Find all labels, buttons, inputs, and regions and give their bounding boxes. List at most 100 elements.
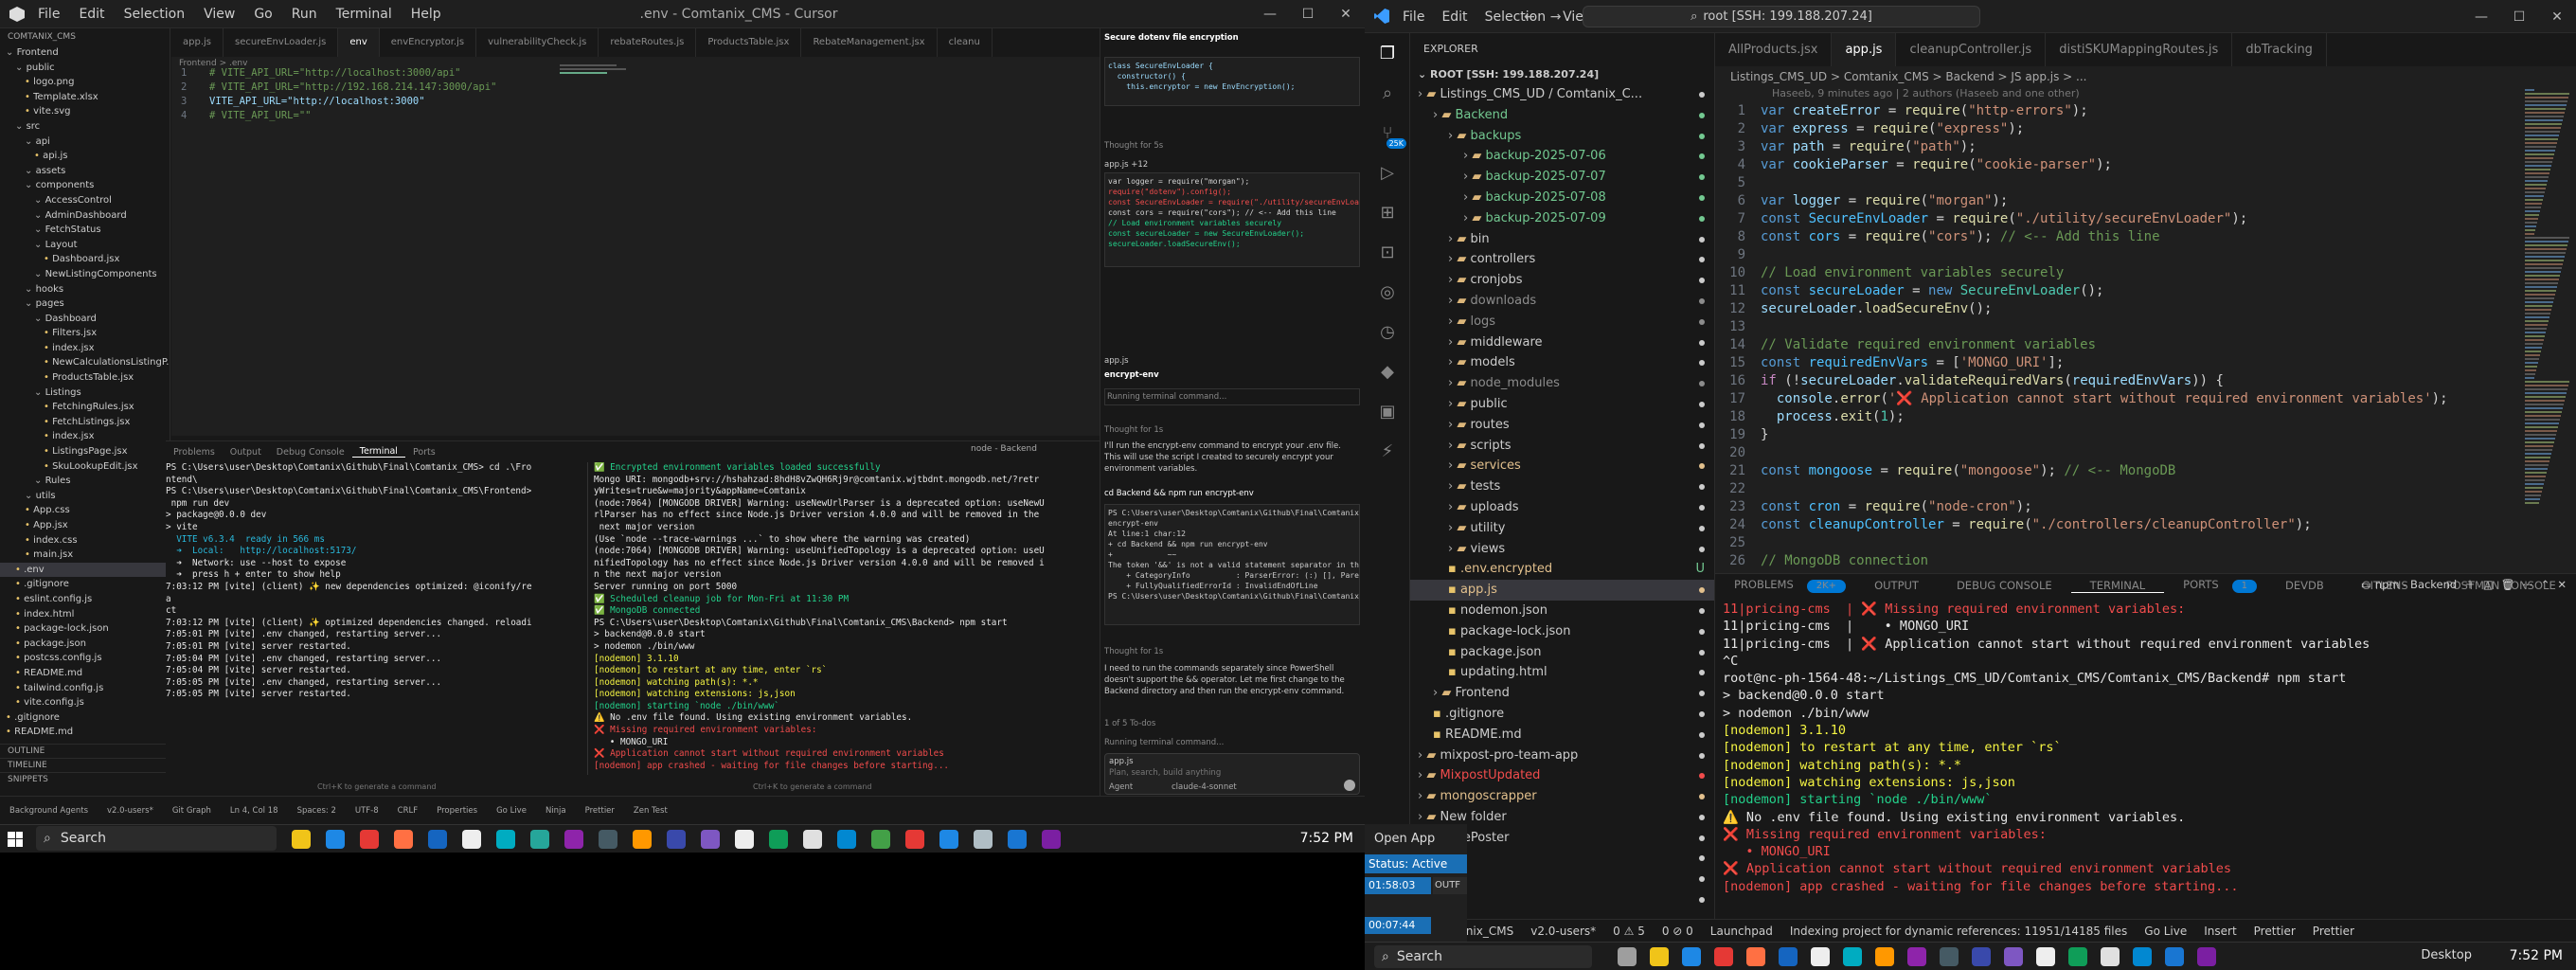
file-item[interactable]: • Filters.jsx — [0, 326, 170, 341]
folder-item[interactable]: › ▰ Frontend — [1410, 683, 1714, 704]
file-item[interactable]: ▪ .env.encrypted U — [1410, 559, 1714, 580]
folder-item[interactable]: ⌄ pages — [0, 296, 170, 312]
desktop-label[interactable]: Desktop — [2421, 948, 2472, 962]
add-terminal-icon[interactable]: ＋ — [2464, 577, 2476, 592]
minimize-button[interactable]: — — [2462, 9, 2500, 25]
code-view[interactable]: 1 var createError = require("http-errors"… — [1715, 102, 2576, 570]
status-item[interactable]: Insert — [2204, 925, 2236, 938]
file-item[interactable]: • FetchingRules.jsx — [0, 400, 170, 415]
folder-item[interactable]: › ▰ backup-2025-07-06 — [1410, 146, 1714, 167]
folder-item[interactable]: ⌄ hooks — [0, 282, 170, 297]
workspace-root[interactable]: ⌄ ROOT [SSH: 199.188.207.24] — [1410, 65, 1714, 84]
panel-tab[interactable]: PROBLEMS 2K+ — [1715, 578, 1855, 593]
taskbar-app-icon[interactable] — [2197, 946, 2216, 966]
taskbar-app-icon[interactable] — [1843, 946, 1862, 966]
folder-item[interactable]: › ▰ uploads — [1410, 497, 1714, 518]
explorer-icon[interactable]: ❐ — [1365, 33, 1410, 73]
docker-icon[interactable]: ▣ — [1365, 391, 1410, 431]
taskbar-app-icon[interactable] — [974, 830, 993, 849]
folder-item[interactable]: ⌄ components — [0, 178, 170, 193]
file-item[interactable]: ▪ updating.html — [1410, 662, 1714, 683]
file-item[interactable]: • index.jsx — [0, 429, 170, 444]
file-item[interactable]: • .gitignore — [0, 577, 170, 592]
folder-item[interactable]: › ▰ logs — [1410, 312, 1714, 332]
file-item[interactable]: • package.json — [0, 637, 170, 652]
editor-tab[interactable]: cleanupController.js — [1896, 33, 2047, 66]
terminal-output[interactable]: 11|pricing-cms | ❌ Missing required envi… — [1723, 601, 2566, 895]
folder-item[interactable]: › ▰ models — [1410, 352, 1714, 373]
editor-tab[interactable]: rebateRoutes.js — [599, 28, 697, 57]
editor-tab[interactable]: ProductsTable.jsx — [696, 28, 802, 57]
file-item[interactable]: • vite.svg — [0, 104, 170, 119]
taskbar-app-icon[interactable] — [803, 830, 822, 849]
folder-item[interactable]: ⌄ public — [0, 61, 170, 76]
maximize-button[interactable]: ☐ — [2500, 9, 2538, 25]
status-item[interactable]: Ninja — [546, 806, 566, 816]
file-item[interactable]: • logo.png — [0, 75, 170, 90]
minimap[interactable] — [2525, 87, 2572, 561]
file-item[interactable]: • App.jsx — [0, 518, 170, 533]
menu-item-view[interactable]: View — [204, 7, 235, 22]
panel-tab[interactable]: Terminal — [351, 446, 405, 458]
file-item[interactable]: • ProductsTable.jsx — [0, 370, 170, 386]
taskbar-app-icon[interactable] — [292, 830, 311, 849]
folder-item[interactable]: › ▰ backup-2025-07-08 — [1410, 188, 1714, 208]
folder-item[interactable]: ⌄ api — [0, 135, 170, 150]
status-item[interactable]: CRLF — [398, 806, 418, 816]
status-item[interactable]: Spaces: 2 — [297, 806, 336, 816]
folder-item[interactable]: › ▰ bin — [1410, 229, 1714, 250]
folder-item[interactable]: › ▰ public — [1410, 394, 1714, 415]
terminal-frontend[interactable]: PS C:\Users\user\Desktop\Comtanix\Github… — [166, 462, 582, 775]
status-item[interactable]: UTF-8 — [355, 806, 379, 816]
status-item[interactable]: Ln 4, Col 18 — [230, 806, 278, 816]
folder-item[interactable]: › ▰ scripts — [1410, 436, 1714, 457]
file-item[interactable]: • .env — [0, 562, 170, 578]
status-item[interactable]: Go Live — [2144, 925, 2187, 938]
file-item[interactable]: • README.md — [0, 725, 170, 740]
status-item[interactable]: Prettier — [585, 806, 615, 816]
folder-item[interactable]: › ▰ services — [1410, 456, 1714, 476]
editor-tab[interactable]: app.js — [1832, 33, 1897, 66]
source-control-icon[interactable]: ⑂ 25K — [1365, 113, 1410, 153]
forward-arrow-icon[interactable]: → — [1550, 9, 1562, 25]
model-selector[interactable]: claude-4-sonnet — [1172, 781, 1237, 793]
close-button[interactable]: ✕ — [1327, 7, 1365, 22]
minimize-button[interactable]: — — [1251, 7, 1289, 22]
sidebar-section-snippets[interactable]: SNIPPETS — [0, 772, 170, 786]
extensions-icon[interactable]: ⊞ — [1365, 192, 1410, 232]
status-item[interactable]: Zen Test — [634, 806, 668, 816]
taskbar-app-icon[interactable] — [1042, 830, 1061, 849]
taskbar-app-icon[interactable] — [2165, 946, 2184, 966]
agent-mode[interactable]: Agent — [1109, 781, 1133, 793]
panel-tab[interactable]: DEVDB — [2266, 579, 2343, 592]
folder-item[interactable]: › ▰ backup-2025-07-07 — [1410, 167, 1714, 188]
folder-item[interactable]: › ▰ controllers — [1410, 249, 1714, 270]
sidebar-section-timeline[interactable]: TIMELINE — [0, 758, 170, 772]
folder-item[interactable]: › ▰ views — [1410, 539, 1714, 560]
taskbar-app-icon[interactable] — [701, 830, 720, 849]
folder-item[interactable]: › ▰ downloads — [1410, 291, 1714, 312]
taskbar-app-icon[interactable] — [599, 830, 617, 849]
file-item[interactable]: ▪ .gitignore — [1410, 704, 1714, 725]
folder-item[interactable]: ⌄ AdminDashboard — [0, 208, 170, 224]
editor-tab[interactable]: AllProducts.jsx — [1715, 33, 1833, 66]
folder-item[interactable]: ⌄ Frontend — [0, 45, 170, 61]
terminal-selector[interactable]: ▭ npm - Backend ＋ ◫ 🗑 ⋯ ⌃ ✕ — [2361, 577, 2567, 592]
status-item[interactable]: Git Graph — [172, 806, 211, 816]
close-button[interactable]: ✕ — [2538, 9, 2576, 25]
file-item[interactable]: • index.css — [0, 533, 170, 548]
taskbar-app-icon[interactable] — [428, 830, 447, 849]
file-item[interactable]: ▪ package.json — [1410, 642, 1714, 663]
file-item[interactable]: • eslint.config.js — [0, 592, 170, 607]
breadcrumb[interactable]: Listings_CMS_UD > Comtanix_CMS > Backend… — [1715, 66, 2086, 87]
panel-tab[interactable]: Debug Console — [269, 447, 352, 458]
taskbar-app-icon[interactable] — [1682, 946, 1701, 966]
maximize-button[interactable]: ☐ — [1289, 7, 1327, 22]
kill-terminal-icon[interactable]: 🗑 — [2501, 578, 2515, 591]
taskbar-app-icon[interactable] — [1746, 946, 1765, 966]
taskbar-app-icon[interactable] — [564, 830, 583, 849]
terminal-selector[interactable]: node - Backend — [971, 444, 1037, 454]
folder-item[interactable]: ⌄ AccessControl — [0, 193, 170, 208]
split-terminal-icon[interactable]: ◫ — [2483, 578, 2494, 591]
file-item[interactable]: ▪ nodemon.json — [1410, 601, 1714, 621]
